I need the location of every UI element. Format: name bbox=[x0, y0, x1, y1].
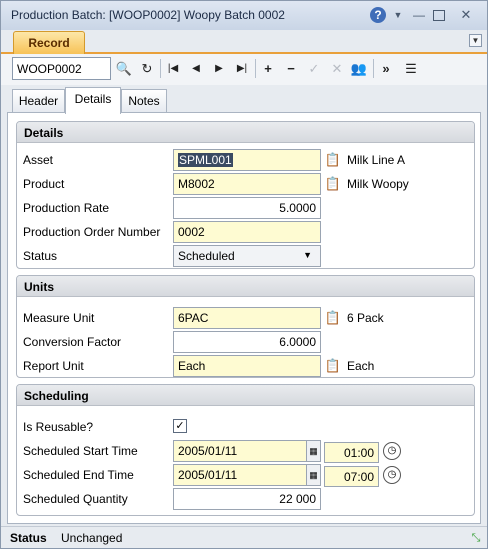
tab-menu-button[interactable]: ▼ bbox=[469, 34, 482, 47]
clock-icon[interactable]: ◷ bbox=[383, 466, 401, 484]
lookup-icon[interactable]: 📋 bbox=[323, 174, 343, 194]
clock-icon[interactable]: ◷ bbox=[383, 442, 401, 460]
toolbar: 🔍 ↻ |◀ ◀ ▶ ▶| + − ✓ ✕ 👥 » ☰ bbox=[1, 54, 487, 85]
first-record-button[interactable]: |◀ bbox=[163, 58, 183, 80]
field-label: Measure Unit bbox=[23, 311, 95, 325]
report-unit-field[interactable]: Each bbox=[173, 355, 321, 377]
asset-row: Asset SPML001 📋 Milk Line A bbox=[17, 149, 474, 171]
search-icon[interactable]: 🔍 bbox=[114, 58, 134, 80]
scheduling-group: Scheduling Is Reusable? ✓ Scheduled Star… bbox=[16, 384, 475, 516]
toolbar-separator bbox=[373, 59, 374, 78]
field-label: Scheduled Quantity bbox=[23, 492, 128, 506]
field-label: Report Unit bbox=[23, 359, 84, 373]
title-bar: Production Batch: [WOOP0002] Woopy Batch… bbox=[1, 1, 487, 30]
product-row: Product M8002 📋 Milk Woopy bbox=[17, 173, 474, 195]
record-tabstrip: Record ▼ bbox=[1, 30, 487, 54]
measure-description: 6 Pack bbox=[347, 311, 384, 325]
asset-value: SPML001 bbox=[178, 153, 233, 167]
field-label: Product bbox=[23, 177, 65, 191]
more-icon[interactable]: » bbox=[376, 58, 396, 80]
conversion-factor-field[interactable]: 6.0000 bbox=[173, 331, 321, 353]
status-select[interactable]: Scheduled ▼ bbox=[173, 245, 321, 267]
calendar-icon[interactable]: ▦ bbox=[306, 464, 321, 486]
measure-unit-field[interactable]: 6PAC bbox=[173, 307, 321, 329]
lookup-icon[interactable]: 📋 bbox=[323, 150, 343, 170]
group-heading: Units bbox=[17, 276, 474, 297]
units-group: Units Measure Unit 6PAC 📋 6 Pack Convers… bbox=[16, 275, 475, 378]
start-date-field[interactable]: 2005/01/11 bbox=[173, 440, 307, 462]
last-record-button[interactable]: ▶| bbox=[232, 58, 252, 80]
conversion-row: Conversion Factor 6.0000 bbox=[17, 331, 474, 353]
details-panel: Details Asset SPML001 📋 Milk Line A Prod… bbox=[7, 112, 481, 524]
field-label: Scheduled End Time bbox=[23, 468, 134, 482]
previous-record-button[interactable]: ◀ bbox=[186, 58, 206, 80]
list-view-icon[interactable]: ☰ bbox=[401, 58, 421, 80]
tab-header[interactable]: Header bbox=[12, 89, 65, 112]
status-row: Status Scheduled ▼ bbox=[17, 245, 474, 267]
status-value: Unchanged bbox=[61, 531, 123, 545]
field-label: Asset bbox=[23, 153, 54, 167]
field-label: Is Reusable? bbox=[23, 420, 94, 434]
tab-details[interactable]: Details bbox=[65, 87, 121, 114]
lookup-icon[interactable]: 📋 bbox=[323, 308, 343, 328]
rate-row: Production Rate 5.0000 bbox=[17, 197, 474, 219]
lookup-icon[interactable]: 📋 bbox=[323, 356, 343, 376]
add-button[interactable]: + bbox=[258, 58, 278, 80]
help-icon[interactable]: ? bbox=[370, 7, 386, 23]
end-time-field[interactable]: 07:00 bbox=[324, 466, 379, 487]
report-description: Each bbox=[347, 359, 375, 373]
record-search-input[interactable] bbox=[12, 57, 111, 80]
status-label: Status bbox=[10, 531, 47, 545]
asset-field[interactable]: SPML001 bbox=[173, 149, 321, 171]
close-button[interactable]: ✕ bbox=[458, 7, 474, 23]
group-heading: Details bbox=[17, 122, 474, 143]
cancel-button[interactable]: ✕ bbox=[327, 58, 347, 80]
save-button[interactable]: ✓ bbox=[304, 58, 324, 80]
field-label: Production Order Number bbox=[23, 225, 161, 239]
chevron-down-icon[interactable]: ▼ bbox=[390, 7, 406, 23]
start-row: Scheduled Start Time 2005/01/11 ▦ 01:00 … bbox=[17, 440, 474, 463]
production-rate-field[interactable]: 5.0000 bbox=[173, 197, 321, 219]
toolbar-separator bbox=[255, 59, 256, 78]
field-label: Production Rate bbox=[23, 201, 110, 215]
scheduled-quantity-field[interactable]: 22 000 bbox=[173, 488, 321, 510]
quantity-row: Scheduled Quantity 22 000 bbox=[17, 488, 474, 510]
production-order-field[interactable]: 0002 bbox=[173, 221, 321, 243]
delete-button[interactable]: − bbox=[281, 58, 301, 80]
order-row: Production Order Number 0002 bbox=[17, 221, 474, 243]
resize-grip-icon[interactable]: ⤡ bbox=[468, 530, 484, 546]
field-label: Status bbox=[23, 249, 58, 263]
page-tabs: Header Details Notes bbox=[1, 85, 487, 114]
product-description: Milk Woopy bbox=[347, 177, 409, 191]
toolbar-separator bbox=[160, 59, 161, 78]
reusable-checkbox[interactable]: ✓ bbox=[173, 419, 187, 433]
status-bar: Status Unchanged ⤡ bbox=[1, 526, 487, 548]
reusable-row: Is Reusable? ✓ bbox=[17, 416, 474, 438]
end-row: Scheduled End Time 2005/01/11 ▦ 07:00 ◷ bbox=[17, 464, 474, 487]
report-row: Report Unit Each 📋 Each bbox=[17, 355, 474, 377]
group-heading: Scheduling bbox=[17, 385, 474, 406]
users-icon[interactable]: 👥 bbox=[349, 58, 369, 80]
restore-button[interactable] bbox=[433, 10, 445, 21]
calendar-icon[interactable]: ▦ bbox=[306, 440, 321, 462]
minimize-button[interactable]: — bbox=[411, 7, 427, 23]
measure-row: Measure Unit 6PAC 📋 6 Pack bbox=[17, 307, 474, 329]
details-group: Details Asset SPML001 📋 Milk Line A Prod… bbox=[16, 121, 475, 269]
next-record-button[interactable]: ▶ bbox=[209, 58, 229, 80]
refresh-icon[interactable]: ↻ bbox=[137, 58, 157, 80]
field-label: Scheduled Start Time bbox=[23, 444, 138, 458]
status-select-value: Scheduled bbox=[178, 249, 235, 263]
chevron-down-icon: ▼ bbox=[303, 250, 312, 260]
tab-notes[interactable]: Notes bbox=[121, 89, 167, 112]
window: Production Batch: [WOOP0002] Woopy Batch… bbox=[0, 0, 488, 549]
tab-record[interactable]: Record bbox=[13, 31, 85, 54]
window-title: Production Batch: [WOOP0002] Woopy Batch… bbox=[11, 8, 285, 22]
end-date-field[interactable]: 2005/01/11 bbox=[173, 464, 307, 486]
asset-description: Milk Line A bbox=[347, 153, 406, 167]
product-field[interactable]: M8002 bbox=[173, 173, 321, 195]
field-label: Conversion Factor bbox=[23, 335, 122, 349]
start-time-field[interactable]: 01:00 bbox=[324, 442, 379, 463]
